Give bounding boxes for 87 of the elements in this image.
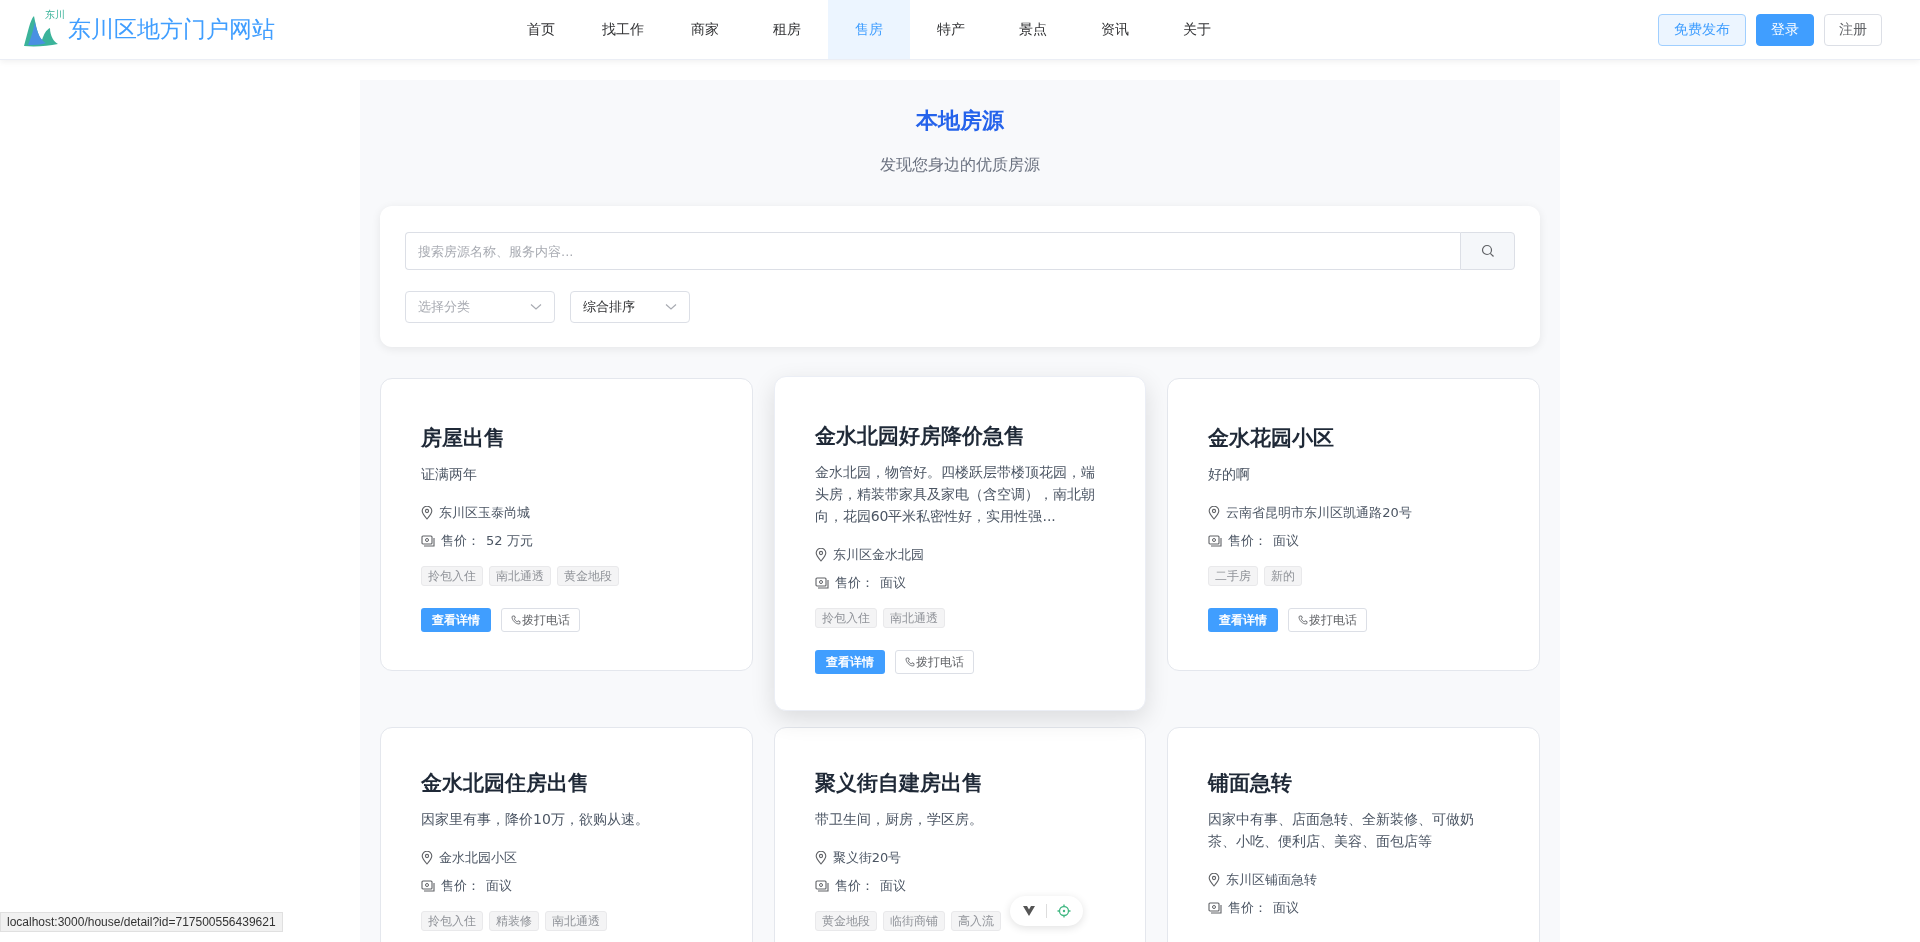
register-button[interactable]: 注册	[1824, 13, 1882, 46]
listing-tag: 南北通透	[489, 566, 551, 586]
nav-tab[interactable]: 租房	[746, 0, 828, 59]
search-field[interactable]: 搜索房源名称、服务内容...	[405, 232, 1460, 270]
nav-tab[interactable]: 资讯	[1074, 0, 1156, 59]
location-pin-icon	[1208, 873, 1221, 887]
location-pin-icon	[814, 851, 827, 865]
status-bar-url: localhost:3000/house/detail?id=717500556439621	[0, 912, 283, 932]
price-label: 售价：	[441, 532, 480, 550]
listing-card[interactable]: 金水花园小区 好的啊 云南省昆明市东川区凯通路20号 售价： 面议 二手房 新的 查看详情 拨打电话	[1167, 378, 1540, 671]
listing-location: 聚义街20号	[832, 849, 902, 867]
listing-description: 带卫生间，厨房，学区房。	[814, 810, 984, 829]
nav-tab[interactable]: 找工作	[582, 0, 664, 59]
nav-tab[interactable]: 商家	[664, 0, 746, 59]
chevron-down-icon	[530, 303, 542, 311]
listing-price: 面议	[879, 574, 906, 592]
crosshair-icon[interactable]	[1057, 904, 1071, 918]
price-tag-icon	[1208, 902, 1223, 914]
location-pin-icon	[421, 851, 433, 865]
phone-icon	[904, 657, 915, 667]
listing-location: 东川区玉泰尚城	[439, 504, 530, 522]
listing-title: 金水北园住房出售	[421, 770, 590, 797]
price-label: 售价：	[834, 574, 874, 592]
listing-title: 铺面急转	[1208, 770, 1294, 797]
listing-tag: 临街商铺	[882, 911, 945, 931]
page-title: 本地房源	[915, 107, 1005, 135]
price-tag-icon	[814, 880, 829, 892]
phone-icon	[1298, 615, 1309, 625]
listing-tag: 拎包入住	[421, 911, 483, 931]
listing-tag: 黄金地段	[557, 566, 619, 586]
price-tag-icon	[421, 535, 435, 547]
listing-title: 金水花园小区	[1208, 425, 1336, 452]
location-pin-icon	[814, 548, 827, 562]
listing-price: 面议	[1273, 899, 1300, 917]
listing-card[interactable]: 聚义街自建房出售 带卫生间，厨房，学区房。 聚义街20号 售价： 面议 黄金地段 临街商铺 高入流	[773, 727, 1147, 942]
listing-location: 东川区金水北园	[832, 546, 924, 564]
filter-select[interactable]: 综合排序	[570, 291, 690, 323]
listing-tag: 南北通透	[545, 911, 607, 931]
listing-description: 证满两年	[421, 465, 478, 484]
price-tag-icon	[421, 880, 435, 892]
listing-title: 金水北园好房降价急售	[814, 423, 1026, 450]
listing-tag: 精装修	[489, 911, 539, 931]
location-pin-icon	[1208, 506, 1221, 520]
nav-tab[interactable]: 景点	[992, 0, 1074, 59]
listing-description: 金水北园，物管好。四楼跃层带楼顶花园，端头房，精装带家具及家电（含空调），南北朝向，花园60平米私密性好，实用性强...	[814, 463, 1096, 526]
logo-text: 东川	[45, 7, 65, 22]
listing-tag: 黄金地段	[814, 911, 877, 931]
listing-location: 金水北园小区	[439, 849, 517, 867]
price-label: 售价：	[834, 877, 874, 895]
listing-price: 52 万元	[486, 532, 533, 550]
location-pin-icon	[421, 506, 433, 520]
listing-location: 云南省昆明市东川区凯通路20号	[1226, 504, 1412, 522]
price-label: 售价：	[1228, 899, 1268, 917]
call-button[interactable]: 拨打电话	[894, 650, 974, 674]
nav-tab[interactable]: 首页	[500, 0, 582, 59]
listing-card[interactable]: 铺面急转 因家中有事、店面急转、全新装修、可做奶茶、小吃、便利店、美容、面包店等 东川区铺面急转 售价： 面议	[1167, 727, 1540, 942]
listing-description: 因家里有事，降价10万，欲购从速。	[421, 810, 650, 829]
listing-card[interactable]: 金水北园住房出售 因家里有事，降价10万，欲购从速。 金水北园小区 售价： 面议 拎包入住 精装修 南北通透	[380, 727, 753, 942]
listing-tag: 拎包入住	[814, 608, 877, 628]
listing-tag: 高入流	[950, 911, 1001, 931]
page-subtitle: 发现您身边的优质房源	[879, 154, 1041, 176]
listing-location: 东川区铺面急转	[1226, 871, 1318, 889]
price-label: 售价：	[1228, 532, 1268, 550]
listing-card[interactable]: 房屋出售 证满两年 东川区玉泰尚城 售价： 52 万元 拎包入住 南北通透 黄金地段 查看详情 拨打电话	[380, 378, 753, 671]
listing-tag: 新的	[1264, 566, 1303, 586]
price-tag-icon	[814, 577, 829, 589]
listing-card[interactable]: 金水北园好房降价急售 金水北园，物管好。四楼跃层带楼顶花园，端头房，精装带家具及家电（含空调），南北朝向，花园60平米私密性好，实用性强... 东川区金水北园 售价： 面议 拎包入住 南北通透 查看详情 拨打电话	[773, 376, 1147, 711]
phone-icon	[511, 615, 521, 625]
listing-price: 面议	[486, 877, 512, 895]
chevron-down-icon	[665, 303, 677, 311]
call-button[interactable]: 拨打电话	[1288, 608, 1368, 632]
listing-tag: 南北通透	[882, 608, 945, 628]
listing-title: 聚义街自建房出售	[814, 770, 984, 797]
v-logo-icon[interactable]	[1022, 905, 1036, 917]
price-label: 售价：	[441, 877, 480, 895]
listing-tag: 二手房	[1208, 566, 1259, 586]
search-icon	[1480, 244, 1495, 258]
nav-tab[interactable]: 关于	[1156, 0, 1238, 59]
listing-price: 面议	[879, 877, 906, 895]
listing-title: 房屋出售	[421, 425, 506, 452]
listing-price: 面议	[1273, 532, 1300, 550]
listing-description: 好的啊	[1208, 465, 1252, 484]
nav-tab[interactable]: 特产	[910, 0, 992, 59]
listing-description: 因家中有事、店面急转、全新装修、可做奶茶、小吃、便利店、美容、面包店等	[1208, 810, 1476, 851]
call-button[interactable]: 拨打电话	[501, 608, 580, 632]
listing-tag: 拎包入住	[421, 566, 483, 586]
price-tag-icon	[1208, 535, 1223, 547]
